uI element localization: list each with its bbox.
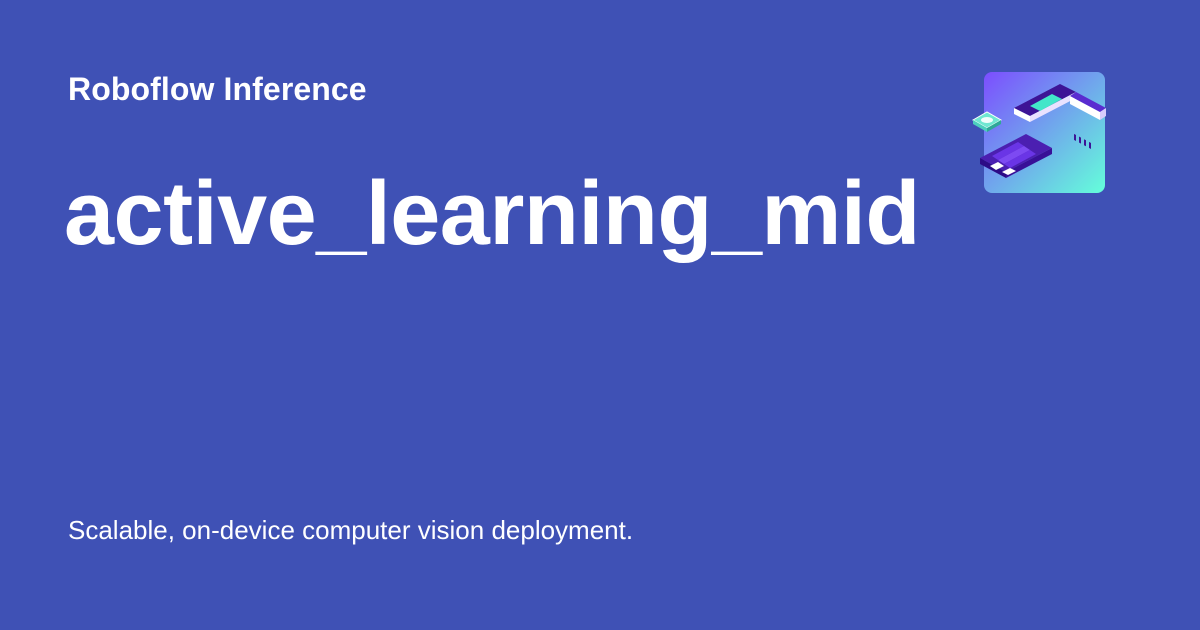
- page-title: active_learning_mid: [64, 164, 920, 264]
- social-card: Roboflow Inference active_learning_mid S…: [0, 0, 1200, 630]
- roboflow-inference-hardware-icon: [970, 72, 1120, 194]
- tagline: Scalable, on-device computer vision depl…: [68, 515, 634, 545]
- site-title: Roboflow Inference: [68, 71, 367, 107]
